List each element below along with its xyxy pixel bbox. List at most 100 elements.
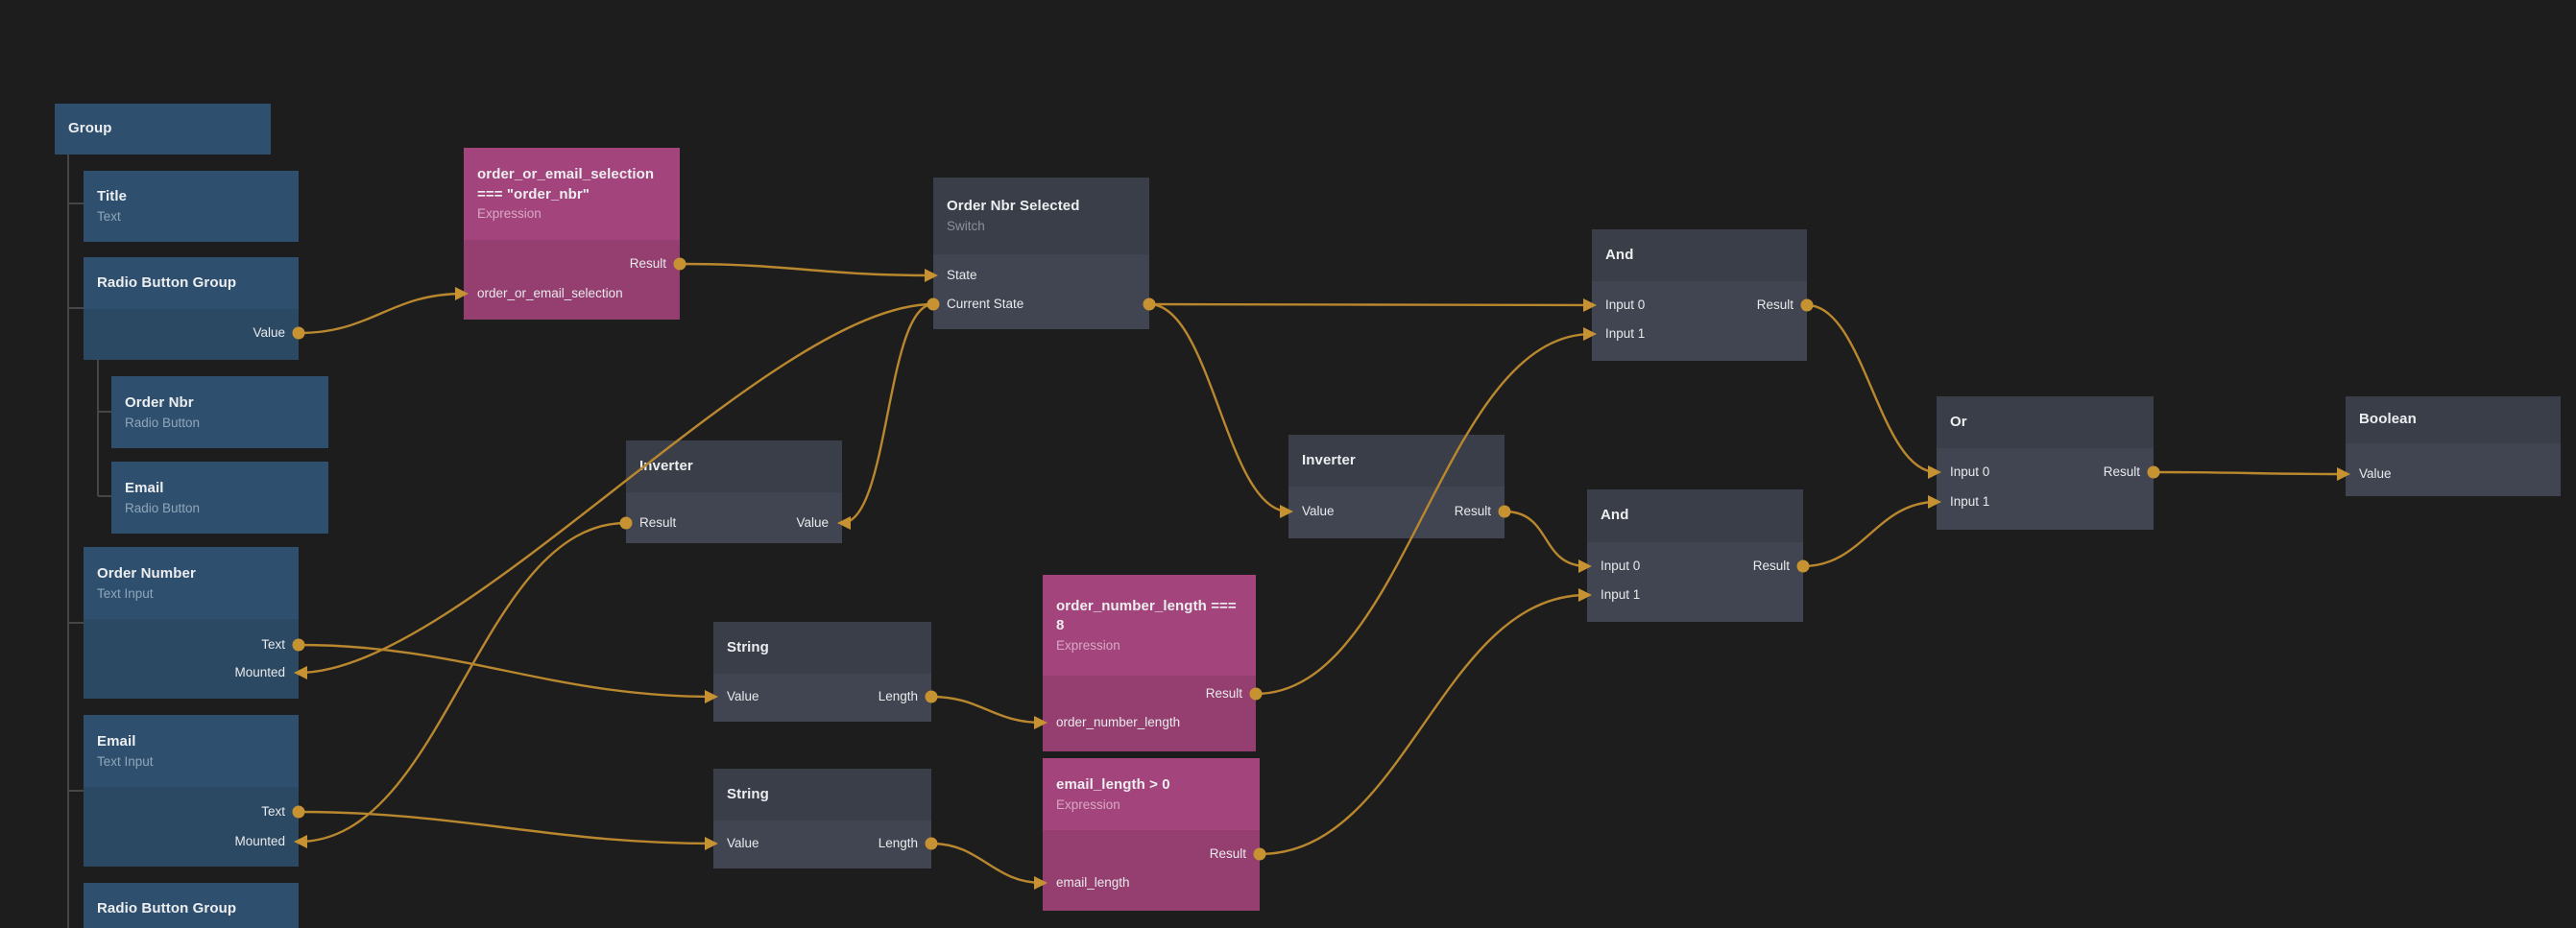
node-graph-canvas[interactable]: GroupTitleTextRadio Button GroupValueOrd… [0, 0, 2576, 928]
node-title: Radio Button Group [97, 274, 285, 294]
node-header: Radio Button Group [84, 257, 299, 309]
port-radio_button_group-value: Value [253, 323, 285, 343]
node-order_nbr[interactable]: Order NbrRadio Button [111, 376, 328, 448]
node-expr_order_len[interactable]: order_number_length === 8ExpressionResul… [1043, 575, 1256, 751]
port-and2-result: Result [1753, 557, 1790, 576]
node-ports-area: Input 0 Input 1 Result [1937, 448, 2154, 530]
output-connector-dot-expr_selection-result[interactable] [674, 258, 686, 271]
port-and1-input1: Input 1 [1605, 324, 1645, 344]
node-ports-area: TextMounted [84, 619, 299, 699]
node-subtitle: Expression [1056, 637, 1242, 654]
node-title: Group [68, 119, 257, 139]
node-string2[interactable]: String Value Length [713, 769, 931, 869]
port-expr_selection-order_or_email_selection: order_or_email_selection [477, 284, 623, 303]
node-header: String [713, 622, 931, 674]
node-header: And [1592, 229, 1807, 281]
nodes-layer: GroupTitleTextRadio Button GroupValueOrd… [0, 0, 2576, 928]
node-subtitle: Radio Button [125, 500, 315, 517]
output-connector-dot-inverter1-result[interactable] [620, 517, 633, 530]
output-connector-dot-order_number-text[interactable] [293, 639, 305, 652]
node-boolean[interactable]: Boolean Value [2346, 396, 2561, 496]
node-radio_button_group[interactable]: Radio Button Group Value [84, 257, 299, 360]
node-ports-area: ResultValue [626, 492, 842, 543]
node-header: EmailRadio Button [111, 462, 328, 534]
output-connector-dot-string2-length[interactable] [926, 838, 938, 850]
port-switch-current_state: Current State [947, 295, 1023, 314]
port-order_number-mounted: Mounted [234, 663, 285, 682]
node-and1[interactable]: AndInput 0Input 1Result [1592, 229, 1807, 361]
node-title: Order Nbr [125, 393, 315, 414]
node-title: email_length > 0 [1056, 775, 1246, 796]
node-ports-area: Value Length [713, 821, 931, 869]
node-header: TitleText [84, 171, 299, 242]
output-connector-dot-or-result[interactable] [2148, 466, 2160, 479]
node-header: Inverter [626, 440, 842, 492]
node-title: Title [97, 187, 285, 207]
node-switch[interactable]: Order Nbr SelectedSwitch State Current Sta… [933, 178, 1149, 329]
node-group[interactable]: Group [55, 104, 271, 155]
node-header: EmailText Input [84, 715, 299, 787]
output-connector-dot-inverter2-result[interactable] [1499, 506, 1511, 518]
port-inverter1-result: Result [639, 513, 676, 533]
port-expr_selection-result: Result [630, 254, 666, 274]
output-connector-dot-radio_button_group-value[interactable] [293, 327, 305, 340]
port-inverter2-result: Result [1455, 502, 1491, 521]
node-expr_email_len[interactable]: email_length > 0ExpressionResultemail_le… [1043, 758, 1260, 911]
port-expr_email_len-email_length: email_length [1056, 873, 1130, 892]
node-email_radio[interactable]: EmailRadio Button [111, 462, 328, 534]
node-title: String [727, 785, 918, 805]
output-connector-dot-and1-result[interactable] [1801, 299, 1814, 312]
port-string1-length: Length [879, 687, 918, 706]
node-order_number[interactable]: Order NumberText InputTextMounted [84, 547, 299, 699]
output-connector-dot-string1-length[interactable] [926, 691, 938, 703]
node-header: Order NbrRadio Button [111, 376, 328, 448]
node-subtitle: Radio Button [125, 415, 315, 432]
port-or-input0: Input 0 [1950, 463, 1989, 482]
node-header: order_or_email_selection === "order_nbr"… [464, 148, 680, 240]
port-email_input-text: Text [261, 802, 285, 821]
output-connector-dot-email_input-text[interactable] [293, 806, 305, 819]
port-and2-input1: Input 1 [1601, 585, 1640, 605]
node-subtitle: Text [97, 208, 285, 226]
output-connector-dot-expr_order_len-result[interactable] [1250, 688, 1263, 701]
node-title: Email [125, 479, 315, 499]
node-title_text[interactable]: TitleText [84, 171, 299, 242]
edge-switch-current_state-to-and1-input0[interactable] [1149, 304, 1592, 305]
node-ports-area: TextMounted [84, 787, 299, 867]
output-connector-dot-expr_email_len-result[interactable] [1254, 848, 1266, 861]
node-title: Inverter [1302, 451, 1491, 471]
port-or-result: Result [2104, 463, 2140, 482]
output-connector-dot-switch-current_state[interactable] [927, 298, 940, 311]
port-expr_email_len-result: Result [1210, 845, 1246, 864]
node-email_input[interactable]: EmailText InputTextMounted [84, 715, 299, 867]
port-expr_order_len-order_number_length: order_number_length [1056, 713, 1180, 732]
node-ports-area: Result order_number_length [1043, 676, 1256, 751]
node-string1[interactable]: String ValueLength [713, 622, 931, 722]
node-title: Boolean [2359, 410, 2547, 430]
port-string2-value: Value [727, 834, 759, 853]
output-connector-dot-switch-current_state[interactable] [1144, 298, 1156, 311]
node-inverter2[interactable]: Inverter Value Result [1288, 435, 1505, 538]
port-or-input1: Input 1 [1950, 492, 1989, 512]
node-ports-area: Value [84, 309, 299, 360]
output-connector-dot-and2-result[interactable] [1797, 560, 1810, 573]
node-ports-area: ValueLength [713, 674, 931, 722]
node-title: String [727, 638, 918, 658]
port-and1-result: Result [1757, 296, 1794, 315]
node-radio_button_group2[interactable]: Radio Button Group [84, 883, 299, 928]
node-and2[interactable]: AndInput 0Input 1Result [1587, 489, 1803, 622]
node-ports-area: Result email_length [1043, 830, 1260, 911]
node-title: Order Nbr Selected [947, 197, 1136, 217]
node-or[interactable]: Or Input 0 Input 1 Result [1937, 396, 2154, 530]
port-boolean-value: Value [2359, 464, 2392, 484]
port-expr_order_len-result: Result [1206, 684, 1242, 703]
node-header: Group [55, 104, 271, 155]
node-header: Or [1937, 396, 2154, 448]
node-header: Order Nbr SelectedSwitch [933, 178, 1149, 254]
node-expr_selection[interactable]: order_or_email_selection === "order_nbr"… [464, 148, 680, 320]
node-ports-area: Input 0Input 1Result [1587, 542, 1803, 622]
port-inverter2-value: Value [1302, 502, 1335, 521]
node-title: Order Number [97, 564, 285, 584]
port-switch-state: State [947, 266, 977, 285]
port-string2-length: Length [879, 834, 918, 853]
